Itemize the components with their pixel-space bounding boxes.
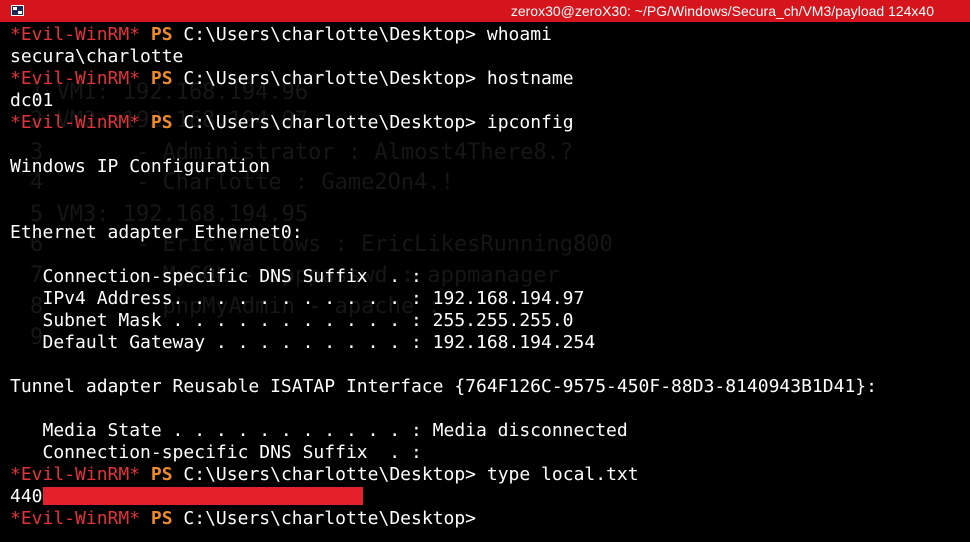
output-line: Connection-specific DNS Suffix . : — [10, 266, 965, 288]
output-text: Media State . . . . . . . . . . . : Medi… — [10, 420, 628, 441]
prompt-shell-name: *Evil-WinRM* — [10, 68, 141, 89]
output-line: Default Gateway . . . . . . . . . : 192.… — [10, 332, 965, 354]
output-line: dc01 — [10, 90, 965, 112]
command-text: whoami — [486, 24, 552, 45]
redaction-bar — [42, 487, 363, 505]
output-line: Media State . . . . . . . . . . . : Medi… — [10, 420, 965, 442]
prompt-shell-name: *Evil-WinRM* — [10, 24, 141, 45]
output-text: Ethernet adapter Ethernet0: — [10, 222, 303, 243]
output-text: IPv4 Address. . . . . . . . . . . : 192.… — [10, 288, 585, 309]
output-text: 440 — [10, 486, 43, 507]
flag-output-line: 440 — [10, 486, 965, 508]
output-line: Connection-specific DNS Suffix . : — [10, 442, 965, 464]
prompt-line: *Evil-WinRM* PS C:\Users\charlotte\Deskt… — [10, 464, 965, 486]
prompt-line: *Evil-WinRM* PS C:\Users\charlotte\Deskt… — [10, 68, 965, 90]
prompt-ps-label: PS — [150, 68, 173, 89]
prompt-ps-label: PS — [150, 24, 173, 45]
prompt-ps-label: PS — [150, 112, 173, 133]
command-text: ipconfig — [486, 112, 574, 133]
output-text: dc01 — [10, 90, 54, 111]
prompt-shell-name: *Evil-WinRM* — [10, 464, 141, 485]
prompt-path: C:\Users\charlotte\Desktop> — [183, 112, 477, 133]
output-text: Connection-specific DNS Suffix . : — [10, 266, 422, 287]
terminal-app-icon — [11, 5, 24, 16]
prompt-ps-label: PS — [150, 464, 173, 485]
output-text: Default Gateway . . . . . . . . . : 192.… — [10, 332, 596, 353]
output-line: Ethernet adapter Ethernet0: — [10, 222, 965, 244]
output-line: Windows IP Configuration — [10, 156, 965, 178]
output-line: IPv4 Address. . . . . . . . . . . : 192.… — [10, 288, 965, 310]
prompt-shell-name: *Evil-WinRM* — [10, 112, 141, 133]
prompt-line: *Evil-WinRM* PS C:\Users\charlotte\Deskt… — [10, 508, 965, 530]
output-text: Subnet Mask . . . . . . . . . . . : 255.… — [10, 310, 574, 331]
title-bar[interactable]: zerox30@zeroX30: ~/PG/Windows/Secura_ch/… — [0, 0, 970, 22]
prompt-path: C:\Users\charlotte\Desktop> — [183, 68, 477, 89]
output-line: secura\charlotte — [10, 46, 965, 68]
prompt-path: C:\Users\charlotte\Desktop> — [183, 464, 477, 485]
terminal-output[interactable]: *Evil-WinRM* PS C:\Users\charlotte\Deskt… — [10, 24, 965, 530]
prompt-path: C:\Users\charlotte\Desktop> — [183, 508, 477, 529]
output-text: Windows IP Configuration — [10, 156, 271, 177]
output-line: Tunnel adapter Reusable ISATAP Interface… — [10, 376, 965, 398]
prompt-path: C:\Users\charlotte\Desktop> — [183, 24, 477, 45]
output-text: Connection-specific DNS Suffix . : — [10, 442, 422, 463]
window-title: zerox30@zeroX30: ~/PG/Windows/Secura_ch/… — [510, 3, 934, 19]
output-text: secura\charlotte — [10, 46, 184, 67]
prompt-line: *Evil-WinRM* PS C:\Users\charlotte\Deskt… — [10, 112, 965, 134]
prompt-shell-name: *Evil-WinRM* — [10, 508, 141, 529]
prompt-line: *Evil-WinRM* PS C:\Users\charlotte\Deskt… — [10, 24, 965, 46]
output-line: Subnet Mask . . . . . . . . . . . : 255.… — [10, 310, 965, 332]
command-text: type local.txt — [486, 464, 639, 485]
terminal-window[interactable]: zerox30@zeroX30: ~/PG/Windows/Secura_ch/… — [0, 0, 970, 542]
command-text: hostname — [486, 68, 574, 89]
prompt-ps-label: PS — [150, 508, 173, 529]
output-text: Tunnel adapter Reusable ISATAP Interface… — [10, 376, 877, 397]
